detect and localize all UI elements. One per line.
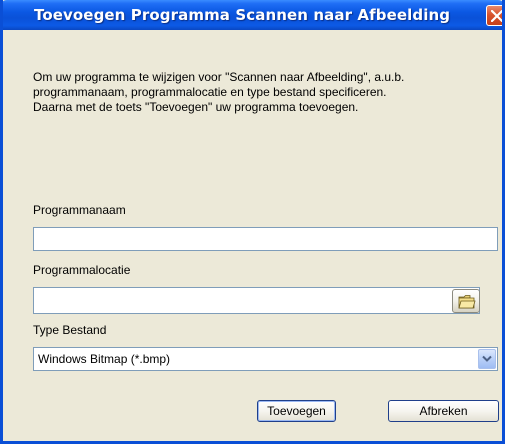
close-icon xyxy=(491,10,502,22)
instructions-line: programmanaam, programmalocatie en type … xyxy=(33,85,387,99)
close-button[interactable] xyxy=(486,5,502,26)
program-location-label: Programmalocatie xyxy=(33,263,131,277)
folder-icon xyxy=(458,295,476,309)
file-type-select[interactable]: Windows Bitmap (*.bmp) xyxy=(33,347,498,371)
program-location-input[interactable] xyxy=(33,287,480,314)
instructions-text: Om uw programma te wijzigen voor "Scanne… xyxy=(33,70,502,115)
chevron-down-icon xyxy=(482,355,492,362)
dropdown-button[interactable] xyxy=(478,349,496,369)
title-bar[interactable]: Toevoegen Programma Scannen naar Afbeeld… xyxy=(3,0,502,30)
program-name-input[interactable] xyxy=(33,227,498,251)
file-type-value: Windows Bitmap (*.bmp) xyxy=(38,352,171,366)
window-title: Toevoegen Programma Scannen naar Afbeeld… xyxy=(34,6,451,24)
add-button[interactable]: Toevoegen xyxy=(257,400,336,422)
dialog-window: Toevoegen Programma Scannen naar Afbeeld… xyxy=(0,0,505,444)
cancel-button[interactable]: Afbreken xyxy=(388,400,499,422)
program-name-label: Programmanaam xyxy=(33,203,126,217)
instructions-line: Daarna met de toets "Toevoegen" uw progr… xyxy=(33,100,359,114)
browse-button[interactable] xyxy=(452,289,480,313)
instructions-line: Om uw programma te wijzigen voor "Scanne… xyxy=(33,70,405,84)
file-type-label: Type Bestand xyxy=(33,323,107,337)
